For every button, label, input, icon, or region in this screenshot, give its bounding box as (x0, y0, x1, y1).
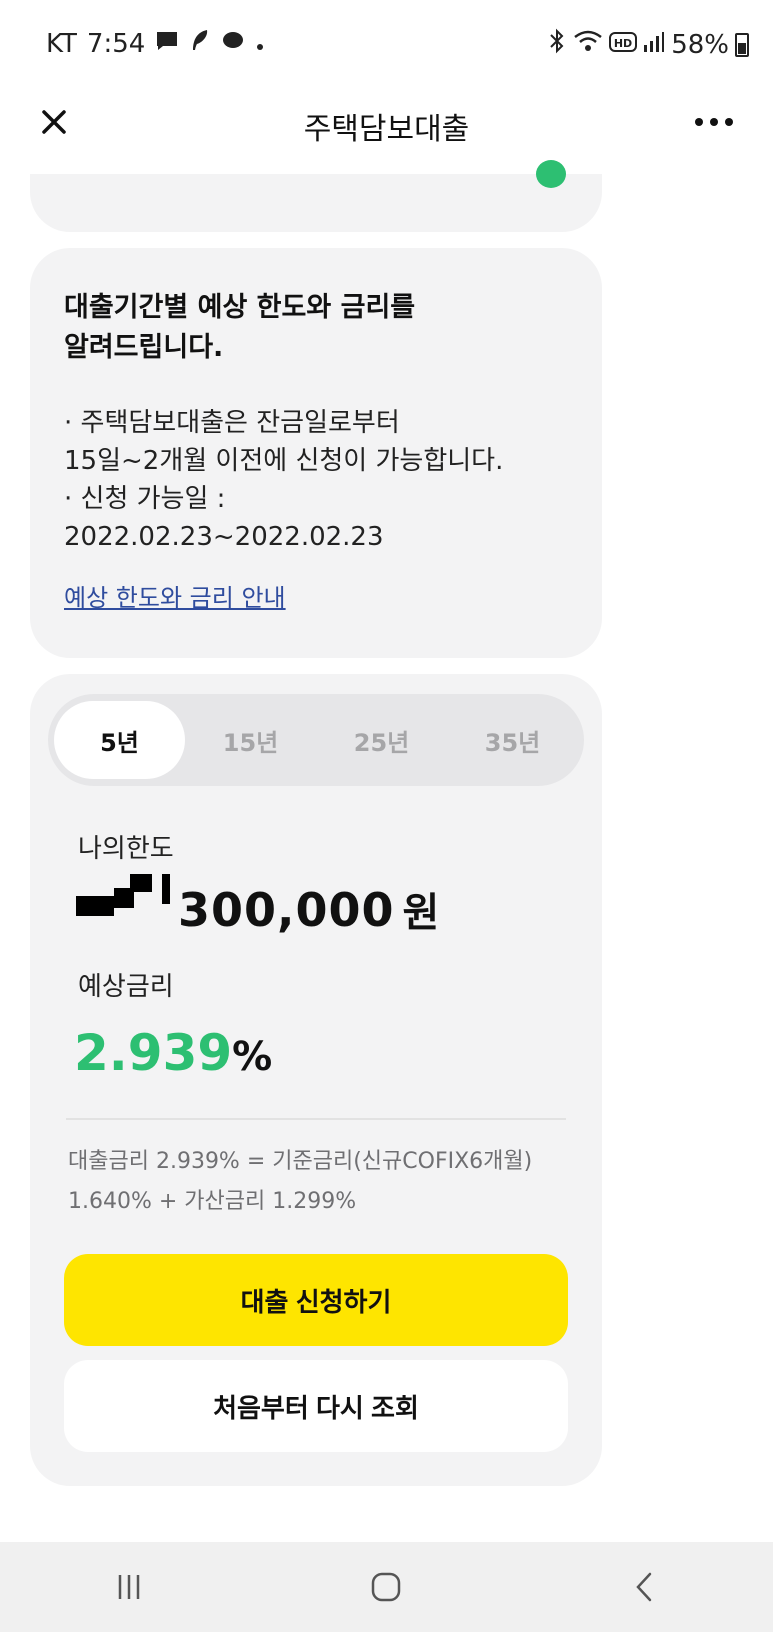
back-icon (636, 1572, 652, 1602)
apply-loan-button[interactable]: 대출 신청하기 (64, 1254, 568, 1346)
info-bullet-line: · 신청 가능일 : (64, 484, 226, 514)
rate-number: 2.939 (74, 1024, 233, 1082)
page-title: 주택담보대출 (303, 112, 470, 147)
system-nav-bar (0, 1542, 773, 1632)
limit-unit: 원 (402, 890, 440, 936)
rate-detail: 대출금리 2.939% = 기준금리(신규COFIX6개월) 1.640% + … (68, 1142, 532, 1222)
rate-detail-line: 1.640% + 가산금리 1.299% (68, 1189, 357, 1214)
rate-unit: % (232, 1034, 273, 1080)
limit-amount: 300,000 (178, 883, 395, 937)
info-title-line1: 대출기간별 예상 한도와 금리를 (64, 292, 416, 323)
more-dot-icon (695, 118, 703, 126)
home-button[interactable] (346, 1557, 426, 1617)
recent-apps-button[interactable] (89, 1557, 169, 1617)
restart-inquiry-button[interactable]: 처음부터 다시 조회 (64, 1360, 568, 1452)
clock: 7:54 (86, 28, 146, 59)
redaction-block (70, 874, 170, 926)
status-bar: KT 7:54 HD 58% (0, 0, 773, 92)
hd-voice-icon: HD (609, 30, 638, 60)
wifi-icon (573, 29, 603, 60)
status-left: KT 7:54 (46, 28, 265, 59)
rate-value: 2.939 % (74, 1024, 272, 1082)
dot-icon (255, 29, 265, 59)
info-card: 대출기간별 예상 한도와 금리를 알려드립니다. · 주택담보대출은 잔금일로부… (30, 248, 602, 658)
info-bullet-line: · 주택담보대출은 잔금일로부터 (64, 408, 400, 438)
battery-icon (735, 32, 749, 57)
app-screen: KT 7:54 HD 58% 주택담보대출 대출기간별 예상 한도와 금리를 알… (0, 0, 773, 1632)
tab-15-years[interactable]: 15년 (185, 701, 316, 779)
more-dot-icon (710, 118, 718, 126)
info-title-line2: 알려드립니다. (64, 332, 224, 363)
signal-icon (643, 30, 665, 60)
loan-estimate-card: 5년 15년 25년 35년 나의한도 300,000 원 예상금리 2.939… (30, 674, 602, 1486)
limit-rate-guide-link[interactable]: 예상 한도와 금리 안내 (64, 578, 286, 613)
back-button[interactable] (604, 1557, 684, 1617)
bluetooth-icon (547, 28, 567, 61)
battery-percent: 58% (671, 29, 729, 60)
chat-icon (155, 29, 179, 59)
tab-5-years[interactable]: 5년 (54, 701, 185, 779)
info-bullet-line: 15일~2개월 이전에 신청이 가능합니다. (64, 446, 504, 476)
limit-value: 300,000 원 (70, 874, 439, 938)
feather-icon (189, 28, 211, 59)
tab-35-years[interactable]: 35년 (447, 701, 578, 779)
tab-25-years[interactable]: 25년 (316, 701, 447, 779)
info-bullet-line: 2022.02.23~2022.02.23 (64, 522, 384, 552)
top-bar: 주택담보대출 (0, 92, 773, 172)
more-dot-icon (725, 118, 733, 126)
previous-card (30, 160, 602, 232)
more-menu-button[interactable] (695, 104, 743, 140)
svg-text:HD: HD (614, 37, 632, 50)
divider (66, 1118, 566, 1120)
status-indicator (536, 160, 566, 188)
carrier-label: KT (46, 28, 77, 59)
rate-label: 예상금리 (78, 972, 174, 1002)
recent-apps-icon (118, 1575, 140, 1599)
rate-detail-line: 대출금리 2.939% = 기준금리(신규COFIX6개월) (68, 1149, 533, 1174)
home-icon (372, 1572, 401, 1602)
status-right: HD 58% (547, 28, 749, 61)
talk-bubble-icon (221, 29, 245, 59)
limit-label: 나의한도 (78, 834, 174, 864)
term-tabs: 5년 15년 25년 35년 (48, 694, 584, 786)
